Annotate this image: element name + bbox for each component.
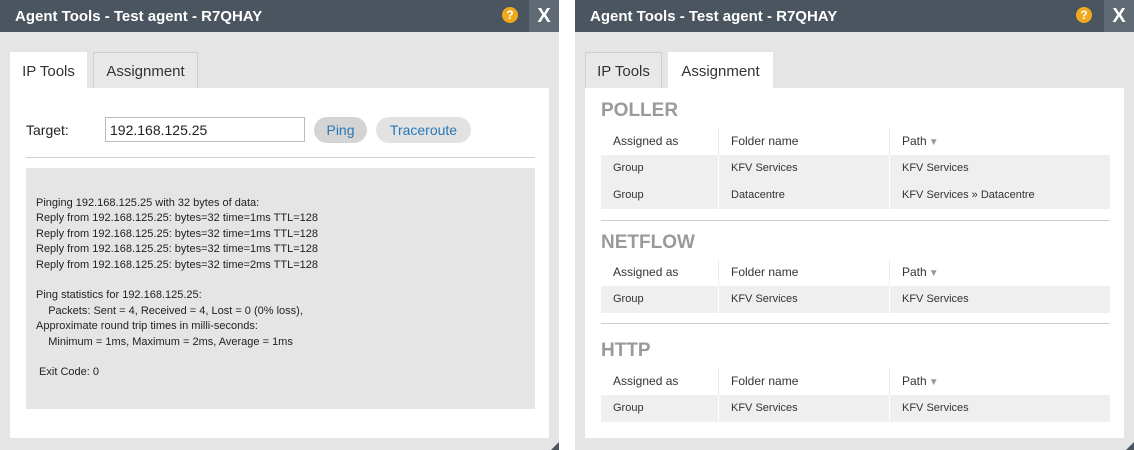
column-header-folder-name: Folder name xyxy=(718,128,889,155)
table-row[interactable]: Group KFV Services KFV Services xyxy=(601,286,1110,313)
output-line: Ping statistics for 192.168.125.25: xyxy=(36,289,202,302)
tab-ip-tools[interactable]: IP Tools xyxy=(585,52,662,88)
section-title: NETFLOW xyxy=(601,232,695,253)
dialog-titlebar[interactable]: Agent Tools - Test agent - R7QHAY ? X xyxy=(575,0,1134,32)
close-button[interactable]: X xyxy=(529,0,559,32)
dialog-title: Agent Tools - Test agent - R7QHAY xyxy=(590,8,838,25)
column-header-assigned-as: Assigned as xyxy=(613,265,679,279)
resize-handle[interactable] xyxy=(1126,442,1134,450)
tab-ip-tools[interactable]: IP Tools xyxy=(10,52,87,89)
output-line: Pinging 192.168.125.25 with 32 bytes of … xyxy=(36,197,260,209)
assignment-panel: POLLER Assigned as Folder name Path ▼ Gro… xyxy=(585,88,1124,438)
cell-path: KFV Services xyxy=(889,395,1110,422)
tab-assignment[interactable]: Assignment xyxy=(93,52,198,88)
column-header-folder-name: Folder name xyxy=(718,368,889,395)
cell-path: KFV Services xyxy=(889,286,1110,313)
table-header-row: Assigned as Folder name Path ▼ xyxy=(601,259,1110,286)
column-header-path[interactable]: Path ▼ xyxy=(889,128,1110,155)
ping-button[interactable]: Ping xyxy=(314,117,367,143)
output-line: Reply from 192.168.125.25: bytes=32 time… xyxy=(36,258,318,271)
section-title: HTTP xyxy=(601,340,651,361)
output-line: Packets: Sent = 4, Received = 4, Lost = … xyxy=(36,304,303,317)
table-row[interactable]: Group Datacentre KFV Services » Datacent… xyxy=(601,182,1110,209)
section-divider xyxy=(601,323,1110,324)
column-header-assigned-as: Assigned as xyxy=(613,374,679,388)
output-line: Reply from 192.168.125.25: bytes=32 time… xyxy=(36,212,318,225)
cell-assigned-as: Group xyxy=(613,402,644,414)
help-icon[interactable]: ? xyxy=(1076,7,1092,23)
cell-folder-name: KFV Services xyxy=(718,286,889,313)
cell-path: KFV Services » Datacentre xyxy=(889,182,1110,209)
dialog-title: Agent Tools - Test agent - R7QHAY xyxy=(15,8,263,25)
table-header-row: Assigned as Folder name Path ▼ xyxy=(601,368,1110,395)
column-header-folder-name: Folder name xyxy=(718,259,889,286)
section-divider xyxy=(601,220,1110,221)
tab-assignment[interactable]: Assignment xyxy=(668,52,773,89)
assignment-table: Assigned as Folder name Path ▼ Group KFV … xyxy=(601,128,1110,209)
sort-down-icon[interactable]: ▼ xyxy=(929,377,939,388)
ping-output: Pinging 192.168.125.25 with 32 bytes of … xyxy=(26,168,535,409)
column-header-path-label: Path xyxy=(902,134,927,148)
cell-assigned-as: Group xyxy=(613,293,644,305)
traceroute-button[interactable]: Traceroute xyxy=(376,117,471,143)
target-label: Target: xyxy=(26,122,69,138)
table-row[interactable]: Group KFV Services KFV Services xyxy=(601,395,1110,422)
section-title: POLLER xyxy=(601,100,679,121)
help-icon[interactable]: ? xyxy=(502,7,518,23)
cell-path: KFV Services xyxy=(889,155,1110,182)
assignment-table: Assigned as Folder name Path ▼ Group KFV … xyxy=(601,368,1110,422)
assignment-table: Assigned as Folder name Path ▼ Group KFV … xyxy=(601,259,1110,313)
column-header-path[interactable]: Path ▼ xyxy=(889,259,1110,286)
sort-down-icon[interactable]: ▼ xyxy=(929,268,939,279)
output-line: Reply from 192.168.125.25: bytes=32 time… xyxy=(36,243,318,256)
output-line: Minimum = 1ms, Maximum = 2ms, Average = … xyxy=(36,335,293,348)
close-button[interactable]: X xyxy=(1104,0,1134,32)
agent-tools-dialog-ip: Agent Tools - Test agent - R7QHAY ? X IP… xyxy=(0,0,559,450)
cell-assigned-as: Group xyxy=(613,189,644,201)
target-input[interactable] xyxy=(105,117,305,142)
cell-assigned-as: Group xyxy=(613,162,644,174)
column-header-path[interactable]: Path ▼ xyxy=(889,368,1110,395)
output-line: Approximate round trip times in milli-se… xyxy=(36,320,258,333)
resize-handle[interactable] xyxy=(551,442,559,450)
cell-folder-name: KFV Services xyxy=(718,395,889,422)
dialog-titlebar[interactable]: Agent Tools - Test agent - R7QHAY ? X xyxy=(0,0,559,32)
output-line: Exit Code: 0 xyxy=(36,366,99,379)
divider xyxy=(26,157,535,158)
table-header-row: Assigned as Folder name Path ▼ xyxy=(601,128,1110,155)
sort-down-icon[interactable]: ▼ xyxy=(929,137,939,148)
cell-folder-name: Datacentre xyxy=(718,182,889,209)
agent-tools-dialog-assignment: Agent Tools - Test agent - R7QHAY ? X IP… xyxy=(575,0,1134,450)
column-header-assigned-as: Assigned as xyxy=(613,134,679,148)
column-header-path-label: Path xyxy=(902,374,927,388)
output-line: Reply from 192.168.125.25: bytes=32 time… xyxy=(36,227,318,240)
table-row[interactable]: Group KFV Services KFV Services xyxy=(601,155,1110,182)
ip-tools-panel: Target: Ping Traceroute Pinging 192.168.… xyxy=(10,88,549,438)
cell-folder-name: KFV Services xyxy=(718,155,889,182)
column-header-path-label: Path xyxy=(902,265,927,279)
